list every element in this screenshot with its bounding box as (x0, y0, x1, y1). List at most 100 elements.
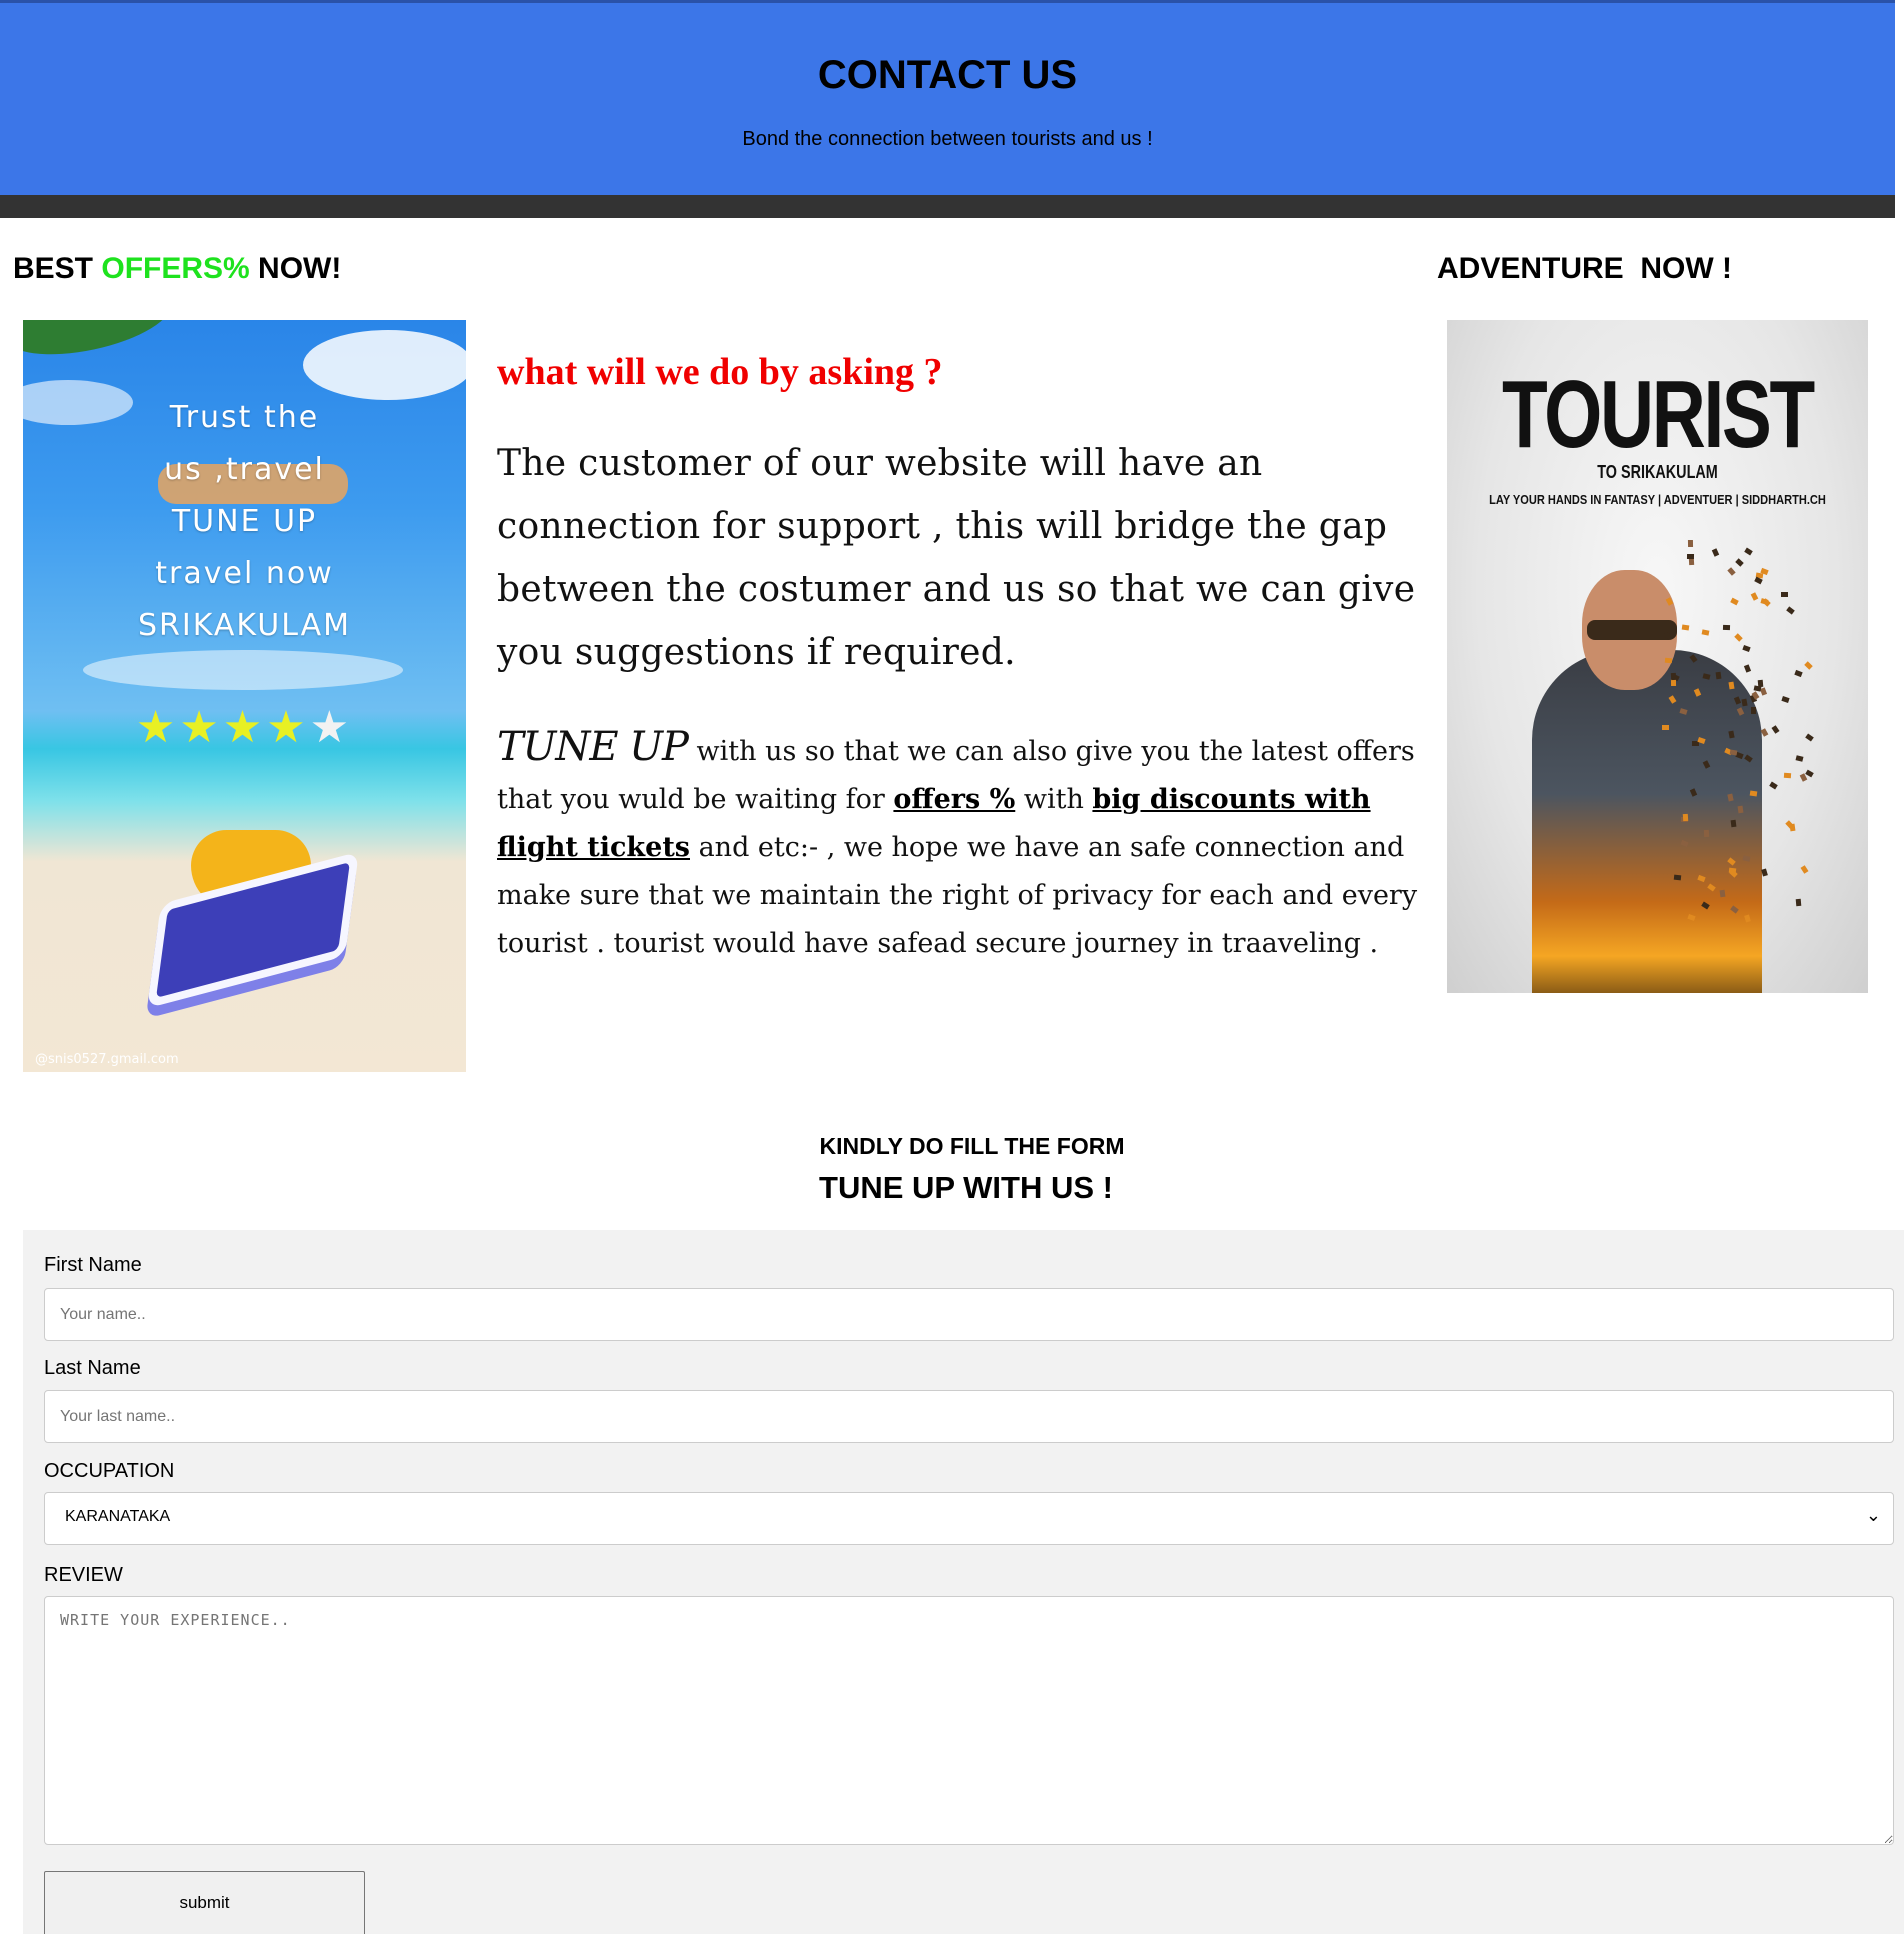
star-icon: ★ (266, 703, 310, 752)
offers-heading-suffix: NOW! (249, 252, 342, 285)
dust-particle (1800, 865, 1809, 874)
dust-particle (1670, 672, 1676, 680)
page-subtitle: Bond the connection between tourists and… (742, 128, 1153, 150)
dust-particle (1780, 591, 1788, 597)
review-textarea[interactable] (44, 1596, 1894, 1845)
dust-particle (1760, 727, 1769, 737)
dust-particle (1682, 624, 1690, 631)
chevron-down-icon: ⌄ (1865, 1505, 1881, 1526)
dust-particle (1757, 679, 1763, 688)
header-divider (0, 195, 1895, 218)
dust-particle (1805, 770, 1815, 778)
dust-particle (1768, 781, 1778, 790)
poster-title: TOURIST (1502, 361, 1815, 468)
dust-particle (1664, 657, 1673, 664)
dust-particle (1730, 598, 1740, 606)
dust-particle (1670, 679, 1676, 687)
occupation-value: KARANATAKA (65, 1508, 171, 1525)
poster-line: us ,travel (164, 452, 325, 487)
star-icon: ★ (135, 703, 180, 752)
dust-particle (1727, 793, 1734, 802)
dust-particle (1742, 854, 1751, 862)
dust-particle (1804, 661, 1814, 671)
dust-particle (1805, 733, 1814, 743)
dust-particle (1703, 830, 1709, 838)
page-header: CONTACT US Bond the connection between t… (0, 0, 1895, 195)
dust-particle (1743, 663, 1752, 673)
review-label: REVIEW (44, 1564, 123, 1586)
poster-line: TUNE UP (171, 504, 318, 539)
poster-line: Trust the (169, 400, 320, 435)
dust-particle (1733, 633, 1743, 642)
occupation-select[interactable]: KARANATAKA ⌄ (44, 1492, 1894, 1545)
dust-particle (1687, 554, 1695, 560)
dust-particle (1761, 868, 1768, 877)
dust-particle (1719, 889, 1726, 897)
dust-particle (1771, 725, 1780, 734)
dust-particle (1715, 671, 1722, 680)
dust-particle (1750, 706, 1756, 714)
dust-particle (1688, 540, 1694, 548)
dust-particle (1783, 773, 1792, 779)
dust-particle (1737, 805, 1744, 814)
dust-particle (1711, 548, 1719, 558)
dust-particle (1781, 695, 1790, 703)
first-name-input[interactable] (44, 1288, 1894, 1341)
poster-tagline: LAY YOUR HANDS IN FANTASY | ADVENTUER | … (1489, 492, 1826, 507)
dust-particle (1789, 824, 1796, 832)
tune-up-lead: TUNE UP (497, 724, 689, 770)
dust-particle (1743, 914, 1751, 923)
poster-credit: @snis0527.gmail.com (35, 1052, 179, 1067)
offers-paragraph: TUNE UP with us so that we can also give… (497, 723, 1422, 968)
dust-particle (1795, 899, 1802, 907)
star-icon: ★ (222, 703, 267, 752)
dust-particle (1727, 566, 1736, 576)
poster-line: SRIKAKULAM (137, 608, 352, 643)
dust-particle (1682, 813, 1689, 822)
last-name-label: Last Name (44, 1357, 141, 1379)
dust-particle (1760, 597, 1769, 605)
offers-heading-highlight: OFFERS% (101, 252, 250, 285)
dust-particle (1794, 669, 1803, 677)
poster-line: travel now (155, 556, 334, 591)
cloud-decoration (83, 650, 403, 690)
offers-heading: BEST OFFERS% NOW! (13, 252, 341, 286)
dust-particle (1795, 755, 1804, 762)
page-title: CONTACT US (817, 53, 1078, 97)
dust-particle (1749, 790, 1758, 797)
rating-stars: ★★★★★ (23, 702, 466, 753)
palm-leaf-decoration (23, 320, 178, 368)
dust-particle (1662, 725, 1670, 731)
ask-heading: what will we do by asking ? (497, 351, 943, 393)
dust-particle (1673, 874, 1681, 881)
star-icon: ★ (309, 703, 354, 752)
sunglasses-icon (1587, 620, 1677, 640)
offers-heading-prefix: BEST (13, 252, 102, 285)
star-icon: ★ (179, 703, 223, 752)
offers-poster-image: Trust the us ,travel TUNE UP travel now … (23, 320, 466, 1072)
dust-particle (1751, 592, 1759, 602)
poster-subtitle: TO SRIKAKULAM (1597, 462, 1718, 482)
dust-particle (1722, 624, 1730, 630)
offers-link[interactable]: offers % (893, 784, 1015, 815)
submit-button[interactable]: submit (44, 1871, 365, 1934)
form-heading: KINDLY DO FILL THE FORM (819, 1133, 1125, 1159)
adventure-heading: ADVENTURE NOW ! (1437, 252, 1732, 285)
paragraph-text: with (1015, 784, 1093, 815)
intro-paragraph: The customer of our website will have an… (497, 443, 1416, 673)
occupation-label: OCCUPATION (44, 1460, 175, 1482)
dust-particle (1730, 819, 1737, 828)
dust-particle (1785, 606, 1795, 615)
form-subheading: TUNE UP WITH US ! (819, 1170, 1113, 1205)
first-name-label: First Name (44, 1254, 142, 1276)
dust-particle (1741, 644, 1751, 653)
cloud-decoration (303, 330, 466, 400)
dust-particle (1701, 629, 1710, 636)
last-name-input[interactable] (44, 1390, 1894, 1443)
dust-particle (1729, 867, 1737, 874)
dust-particle (1744, 547, 1753, 556)
tourist-poster-image: TOURIST TO SRIKAKULAM LAY YOUR HANDS IN … (1447, 320, 1868, 993)
tourist-figure (1532, 650, 1762, 993)
dust-particle (1728, 681, 1735, 690)
dust-particle (1735, 558, 1744, 567)
